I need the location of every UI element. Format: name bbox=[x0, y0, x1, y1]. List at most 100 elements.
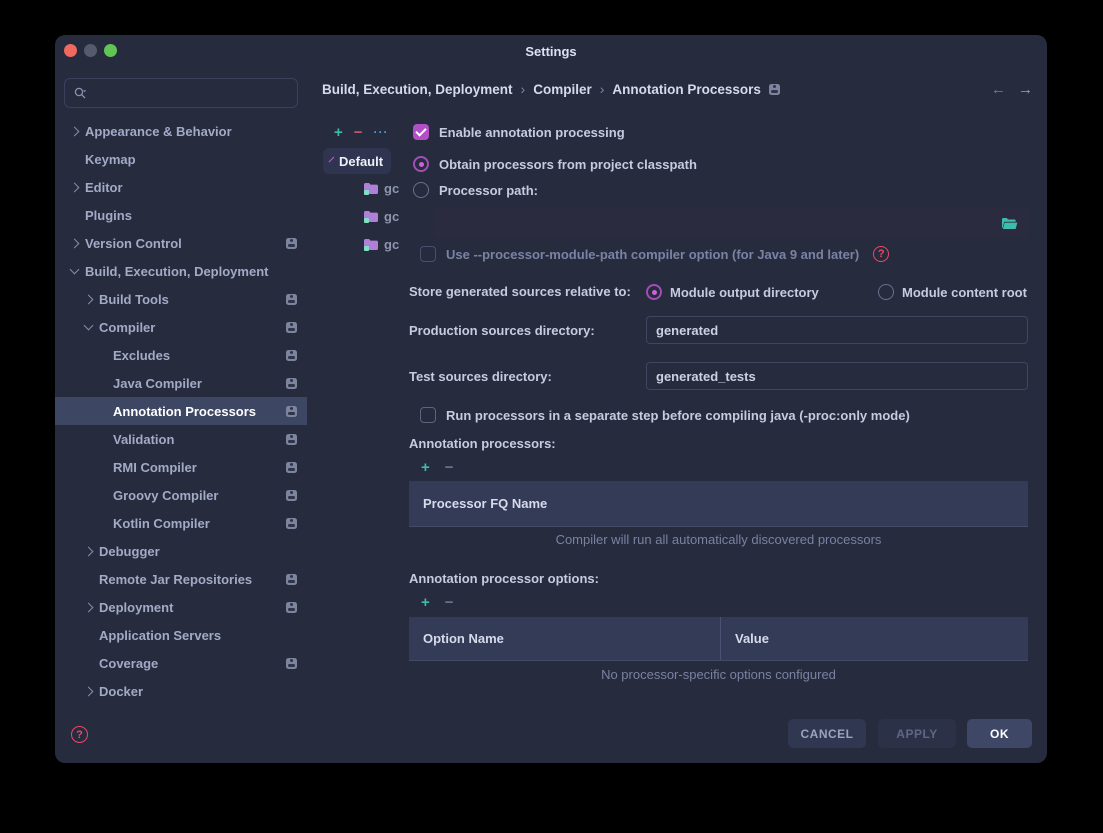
project-level-badge-icon bbox=[286, 601, 297, 613]
chevron-right-icon[interactable] bbox=[83, 546, 94, 556]
profile-module-node[interactable]: gc bbox=[323, 174, 401, 202]
chevron-down-icon[interactable] bbox=[83, 320, 94, 331]
test-sources-input[interactable] bbox=[646, 362, 1028, 390]
sidebar-item-label: Build Tools bbox=[99, 291, 169, 307]
sidebar-item-editor[interactable]: Editor bbox=[55, 173, 307, 201]
radio-selected-icon bbox=[646, 284, 662, 300]
chevron-right-icon[interactable] bbox=[69, 126, 80, 136]
sidebar-item-compiler[interactable]: Compiler bbox=[55, 313, 307, 341]
sidebar-item-validation[interactable]: Validation bbox=[55, 425, 307, 453]
chevron-down-icon[interactable] bbox=[69, 264, 80, 275]
sidebar-item-label: Editor bbox=[85, 179, 123, 195]
chevron-right-icon[interactable] bbox=[83, 686, 94, 696]
ok-button[interactable]: OK bbox=[967, 719, 1032, 748]
options-add-button[interactable]: + bbox=[421, 594, 430, 611]
sidebar-item-label: Keymap bbox=[85, 151, 136, 167]
chevron-right-icon[interactable] bbox=[83, 602, 94, 612]
sidebar-item-version-control[interactable]: Version Control bbox=[55, 229, 307, 257]
profile-module-label: gc bbox=[384, 208, 400, 224]
sidebar-item-rmi-compiler[interactable]: RMI Compiler bbox=[55, 453, 307, 481]
checkbox-checked-icon bbox=[413, 124, 429, 140]
sidebar-item-docker[interactable]: Docker bbox=[55, 677, 307, 705]
sidebar-item-keymap[interactable]: Keymap bbox=[55, 145, 307, 173]
enable-annotation-processing-checkbox[interactable]: Enable annotation processing bbox=[413, 124, 625, 140]
folder-picker-icon[interactable] bbox=[1001, 217, 1018, 230]
project-level-badge-icon bbox=[286, 349, 297, 361]
processors-empty-hint: Compiler will run all automatically disc… bbox=[555, 532, 882, 547]
back-arrow-icon[interactable]: ← bbox=[991, 81, 1006, 98]
option-name-column-header: Option Name bbox=[423, 631, 504, 646]
profile-add-button[interactable]: + bbox=[334, 124, 343, 141]
chevron-right-icon[interactable] bbox=[69, 182, 80, 192]
sidebar-item-kotlin-compiler[interactable]: Kotlin Compiler bbox=[55, 509, 307, 537]
sidebar-item-annotation-processors[interactable]: Annotation Processors bbox=[55, 397, 307, 425]
breadcrumb: Build, Execution, Deployment › Compiler › An… bbox=[322, 81, 780, 97]
sidebar-item-label: Debugger bbox=[99, 543, 160, 559]
profile-default-node[interactable]: Default bbox=[323, 148, 391, 174]
proc-only-label: Run processors in a separate step before… bbox=[446, 407, 910, 423]
breadcrumb-segment-annotation-processors[interactable]: Annotation Processors bbox=[612, 82, 761, 97]
sidebar-item-remote-jar-repositories[interactable]: Remote Jar Repositories bbox=[55, 565, 307, 593]
search-input[interactable] bbox=[94, 84, 289, 102]
sidebar-item-java-compiler[interactable]: Java Compiler bbox=[55, 369, 307, 397]
sidebar-item-label: Version Control bbox=[85, 235, 182, 251]
sidebar-tree: Appearance & Behavior Keymap Editor Plugins… bbox=[55, 117, 307, 705]
sidebar-item-appearance-behavior[interactable]: Appearance & Behavior bbox=[55, 117, 307, 145]
forward-arrow-icon[interactable]: → bbox=[1018, 81, 1033, 98]
module-output-directory-radio[interactable]: Module output directory bbox=[646, 284, 819, 300]
sidebar-item-build-tools[interactable]: Build Tools bbox=[55, 285, 307, 313]
profile-remove-button[interactable]: − bbox=[354, 124, 363, 141]
production-sources-input[interactable] bbox=[646, 316, 1028, 344]
module-path-checkbox[interactable]: Use --processor-module-path compiler opt… bbox=[420, 246, 890, 262]
breadcrumb-separator: › bbox=[599, 81, 605, 97]
sidebar-item-application-servers[interactable]: Application Servers bbox=[55, 621, 307, 649]
obtain-processors-radio[interactable]: Obtain processors from project classpath bbox=[413, 156, 697, 172]
test-sources-label: Test sources directory: bbox=[409, 369, 552, 384]
radio-unselected-icon bbox=[878, 284, 894, 300]
cancel-button[interactable]: CANCEL bbox=[788, 719, 866, 748]
options-remove-button[interactable]: − bbox=[445, 594, 454, 611]
processor-path-field[interactable] bbox=[434, 208, 1028, 238]
breadcrumb-segment-compiler[interactable]: Compiler bbox=[533, 82, 592, 97]
sidebar-item-excludes[interactable]: Excludes bbox=[55, 341, 307, 369]
proc-only-checkbox[interactable]: Run processors in a separate step before… bbox=[420, 407, 910, 423]
project-level-badge-icon bbox=[286, 461, 297, 473]
chevron-right-icon[interactable] bbox=[83, 294, 94, 304]
processors-remove-button[interactable]: − bbox=[445, 459, 454, 476]
module-content-root-radio[interactable]: Module content root bbox=[878, 284, 1027, 300]
breadcrumb-segment-build-execution-deployment[interactable]: Build, Execution, Deployment bbox=[322, 82, 513, 97]
search-box[interactable] bbox=[64, 78, 298, 108]
processor-path-input[interactable] bbox=[434, 215, 1001, 231]
sidebar-item-plugins[interactable]: Plugins bbox=[55, 201, 307, 229]
value-column-header: Value bbox=[720, 617, 1028, 660]
sidebar-item-label: RMI Compiler bbox=[113, 459, 197, 475]
profile-module-node[interactable]: gc bbox=[323, 202, 401, 230]
obtain-processors-label: Obtain processors from project classpath bbox=[439, 156, 697, 172]
processor-fq-name-column-header: Processor FQ Name bbox=[423, 496, 548, 511]
enable-annotation-processing-label: Enable annotation processing bbox=[439, 124, 625, 140]
apply-button[interactable]: APPLY bbox=[878, 719, 956, 748]
profile-folder-icon bbox=[364, 238, 378, 251]
processors-add-button[interactable]: + bbox=[421, 459, 430, 476]
sidebar-item-coverage[interactable]: Coverage bbox=[55, 649, 307, 677]
profile-more-button[interactable]: ··· bbox=[374, 125, 389, 139]
breadcrumb-separator: › bbox=[520, 81, 526, 97]
sidebar-item-debugger[interactable]: Debugger bbox=[55, 537, 307, 565]
sidebar-item-label: Java Compiler bbox=[113, 375, 202, 391]
processor-options-section-label: Annotation processor options: bbox=[409, 571, 599, 586]
help-icon[interactable]: ? bbox=[71, 726, 88, 743]
profile-module-node[interactable]: gc bbox=[323, 230, 401, 258]
radio-unselected-icon bbox=[413, 182, 429, 198]
project-level-badge-icon bbox=[286, 517, 297, 529]
sidebar-item-groovy-compiler[interactable]: Groovy Compiler bbox=[55, 481, 307, 509]
processor-path-radio[interactable]: Processor path: bbox=[413, 182, 538, 198]
sidebar-item-deployment[interactable]: Deployment bbox=[55, 593, 307, 621]
sidebar-item-label: Excludes bbox=[113, 347, 171, 363]
project-level-badge-icon bbox=[286, 489, 297, 501]
chevron-right-icon[interactable] bbox=[69, 238, 80, 248]
sidebar-item-build-execution-deployment[interactable]: Build, Execution, Deployment bbox=[55, 257, 307, 285]
options-toolbar: + − bbox=[421, 594, 454, 611]
module-path-help-icon[interactable]: ? bbox=[873, 246, 890, 262]
module-path-label: Use --processor-module-path compiler opt… bbox=[446, 246, 860, 262]
project-level-badge-icon bbox=[286, 573, 297, 585]
